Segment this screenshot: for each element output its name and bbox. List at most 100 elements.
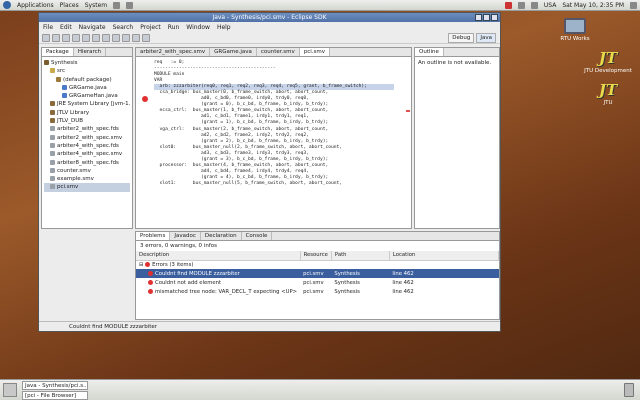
problem-row[interactable]: mismatched tree node: VAR_DECL_T expecti… xyxy=(136,287,499,296)
menu-window[interactable]: Window xyxy=(186,24,210,31)
menu-navigate[interactable]: Navigate xyxy=(79,24,106,31)
tree-item[interactable]: src xyxy=(44,67,130,75)
editor-tab-counter[interactable]: counter.smv xyxy=(257,48,300,56)
problem-desc: Couldnt find MODULE zzzarbiter xyxy=(155,270,240,277)
file-icon xyxy=(50,101,55,107)
outline-message: An outline is not available. xyxy=(418,60,492,66)
editor-tab-grgame[interactable]: GRGame.java xyxy=(210,48,257,56)
menu-search[interactable]: Search xyxy=(113,24,134,31)
open-type-icon[interactable] xyxy=(112,33,120,42)
tab-problems[interactable]: Problems xyxy=(136,232,171,240)
overview-error-marker[interactable] xyxy=(406,110,410,112)
tab-javadoc[interactable]: Javadoc xyxy=(170,232,201,240)
menu-help[interactable]: Help xyxy=(217,24,231,31)
col-path[interactable]: Path xyxy=(331,251,390,261)
window-titlebar[interactable]: Java - Synthesis/pci.smv - Eclipse SDK xyxy=(39,13,500,22)
save-icon[interactable] xyxy=(52,33,60,42)
tree-item[interactable]: arbiter4_with_spec.fds xyxy=(44,142,130,150)
window-title: Java - Synthesis/pci.smv - Eclipse SDK xyxy=(212,14,327,21)
status-message: Couldnt find MODULE zzzarbiter xyxy=(69,324,158,330)
new-class-icon[interactable] xyxy=(102,33,110,42)
tree-item[interactable]: pci.smv xyxy=(44,183,130,192)
file-icon xyxy=(50,176,55,182)
run-icon[interactable] xyxy=(82,33,90,42)
tree-item[interactable]: arbiter4_with_spec.smv xyxy=(44,150,130,158)
tree-item[interactable]: JRE System Library [jvm-1.5.0 xyxy=(44,100,130,108)
show-desktop-icon[interactable] xyxy=(3,383,17,397)
code-editor[interactable]: req := 0; -------------------------------… xyxy=(136,57,411,237)
error-icon xyxy=(148,279,153,285)
desktop-icon-rtu-works[interactable]: RTU Works xyxy=(545,18,605,42)
search-icon[interactable] xyxy=(122,33,130,42)
error-group-row[interactable]: ⊟ Errors (3 items) xyxy=(136,260,499,269)
panel-menu-system[interactable]: System xyxy=(85,2,107,9)
tab-console[interactable]: Console xyxy=(242,232,273,240)
new-icon[interactable] xyxy=(42,33,50,42)
tree-item[interactable]: Synthesis xyxy=(44,59,130,67)
package-tree: Synthesis src (default package) GRGame.java… xyxy=(42,57,132,194)
desktop-icon-jtu[interactable]: JT JTU xyxy=(578,82,638,106)
network-icon[interactable] xyxy=(517,1,525,9)
back-icon[interactable] xyxy=(132,33,140,42)
notification-icon[interactable] xyxy=(504,1,512,9)
error-icon xyxy=(148,270,153,276)
problems-summary: 3 errors, 0 warnings, 0 infos xyxy=(140,243,217,249)
problem-location: line 462 xyxy=(392,270,414,277)
tab-outline[interactable]: Outline xyxy=(415,48,444,56)
error-marker-icon[interactable] xyxy=(142,96,148,103)
tree-item[interactable]: counter.smv xyxy=(44,167,130,175)
tree-item[interactable]: JTLV Library xyxy=(44,109,130,117)
error-icon xyxy=(145,261,151,267)
maximize-button[interactable] xyxy=(483,14,490,21)
menu-run[interactable]: Run xyxy=(168,24,180,31)
jt-logo-icon: JT xyxy=(598,81,618,99)
file-icon xyxy=(50,159,55,165)
tree-item[interactable]: (default package) xyxy=(44,76,130,84)
tree-item[interactable]: JTLV_DUB xyxy=(44,117,130,125)
desktop-icon-jtu-development[interactable]: JT JTU Development xyxy=(578,50,638,74)
tree-item[interactable]: arbiter2_with_spec.fds xyxy=(44,125,130,133)
forward-icon[interactable] xyxy=(142,33,150,42)
problem-row[interactable]: Couldnt not add element pci.smv Synthesis l… xyxy=(136,278,499,287)
col-resource[interactable]: Resource xyxy=(300,251,332,261)
print-icon[interactable] xyxy=(62,33,70,42)
browser-launcher-icon[interactable] xyxy=(113,1,121,9)
menu-file[interactable]: File xyxy=(43,24,53,31)
taskbar-button-file-browser[interactable]: [pci - File Browser] xyxy=(22,391,88,400)
panel-menu-applications[interactable]: Applications xyxy=(17,2,54,9)
editor-area: arbiter2_with_spec.smv GRGame.java count… xyxy=(135,47,412,229)
tree-item[interactable]: example.smv xyxy=(44,175,130,183)
panel-menu-places[interactable]: Places xyxy=(60,2,79,9)
tree-item[interactable]: GRGameHan.java xyxy=(44,92,130,100)
tree-item[interactable]: arbiter2_with_spec.smv xyxy=(44,134,130,142)
tab-declaration[interactable]: Declaration xyxy=(201,232,242,240)
clock[interactable]: Sat May 10, 2:35 PM xyxy=(562,2,624,9)
external-tools-icon[interactable] xyxy=(92,33,100,42)
trash-icon[interactable] xyxy=(624,383,634,397)
editor-tab-pci[interactable]: pci.smv xyxy=(299,48,331,56)
taskbar-button-eclipse[interactable]: Java - Synthesis/pci.s... xyxy=(22,381,88,390)
minimize-button[interactable] xyxy=(475,14,482,21)
tab-hierarchy[interactable]: Hierarch xyxy=(74,48,107,56)
editor-tab-arbiter2[interactable]: arbiter2_with_spec.smv xyxy=(136,48,211,56)
gnome-foot-icon[interactable] xyxy=(3,1,11,9)
col-description[interactable]: Description xyxy=(136,251,301,261)
mail-launcher-icon[interactable] xyxy=(126,1,134,9)
close-button[interactable] xyxy=(491,14,498,21)
problems-view: Problems Javadoc Declaration Console 3 e… xyxy=(135,231,500,320)
perspective-debug[interactable]: Debug xyxy=(448,33,475,43)
menu-project[interactable]: Project xyxy=(140,24,161,31)
problem-row[interactable]: Couldnt find MODULE zzzarbiter pci.smv Syn… xyxy=(136,269,499,278)
debug-icon[interactable] xyxy=(72,33,80,42)
locale-indicator[interactable]: USA xyxy=(544,2,556,9)
problem-resource: pci.smv xyxy=(303,288,324,295)
col-location[interactable]: Location xyxy=(389,251,500,261)
menu-edit[interactable]: Edit xyxy=(60,24,72,31)
power-icon[interactable] xyxy=(630,1,637,9)
tree-item[interactable]: arbiter8_with_spec.fds xyxy=(44,159,130,167)
tab-package-explorer[interactable]: Package xyxy=(42,48,74,56)
file-icon xyxy=(50,118,55,124)
volume-icon[interactable] xyxy=(530,1,538,9)
perspective-java[interactable]: Java xyxy=(476,33,496,43)
tree-item[interactable]: GRGame.java xyxy=(44,84,130,92)
